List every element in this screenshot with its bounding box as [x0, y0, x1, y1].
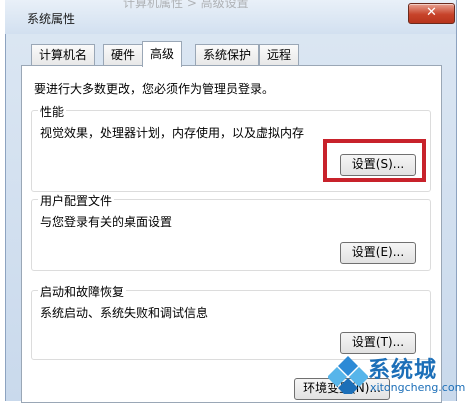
performance-title: 性能	[38, 103, 67, 120]
tab-computer-name[interactable]: 计算机名	[31, 44, 96, 66]
startup-recovery-description: 系统启动、系统失败和调试信息	[40, 306, 209, 320]
highlight-box	[323, 139, 426, 182]
close-icon: ✕	[426, 5, 437, 20]
close-button[interactable]: ✕	[408, 3, 455, 24]
user-profiles-settings-button[interactable]: 设置(E)...	[340, 242, 416, 264]
performance-description: 视觉效果，处理器计划，内存使用，以及虚拟内存	[40, 126, 305, 140]
startup-recovery-title: 启动和故障恢复	[38, 283, 127, 300]
watermark-url: xitongcheng.com	[370, 381, 466, 394]
background-window-text: 计算机属性 > 高级设置	[123, 0, 249, 10]
user-profiles-title: 用户配置文件	[38, 192, 115, 209]
tab-system-protection[interactable]: 系统保护	[195, 44, 260, 66]
admin-notice: 要进行大多数更改，您必须作为管理员登录。	[34, 82, 275, 96]
watermark: 系统城 xitongcheng.com	[328, 350, 468, 401]
user-profiles-group: 用户配置文件 与您登录有关的桌面设置 设置(E)...	[31, 192, 431, 271]
user-profiles-description: 与您登录有关的桌面设置	[40, 215, 173, 229]
watermark-logo-icon	[328, 356, 368, 394]
tab-advanced[interactable]: 高级	[142, 41, 183, 67]
title-bar: 计算机属性 > 高级设置 系统属性 ✕	[5, 0, 456, 34]
window-title: 系统属性	[27, 12, 76, 26]
tab-hardware[interactable]: 硬件	[103, 44, 144, 66]
watermark-brand: 系统城	[368, 358, 438, 383]
tab-remote[interactable]: 远程	[259, 44, 300, 66]
